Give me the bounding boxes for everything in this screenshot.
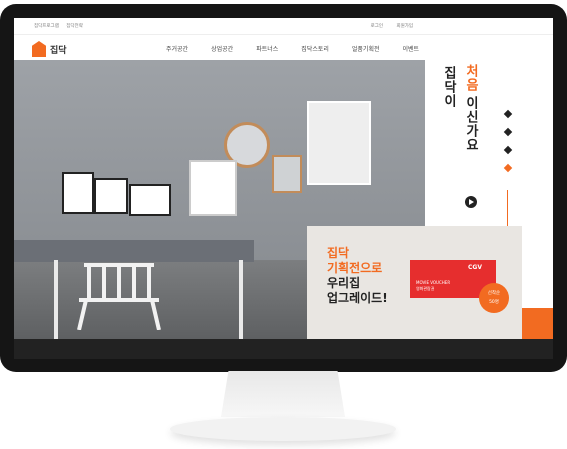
hero-pagination [503,109,513,183]
pagination-line [507,190,508,226]
nav-item-partners[interactable]: 파트너스 [256,44,278,53]
house-logo-icon [32,41,46,57]
desk-illustration [14,240,254,262]
badge-line-1: 선착순 [487,291,501,296]
nav-menu: 주거공간 상업공간 파트너스 집닥스토리 얼품기획전 이벤트 [166,44,442,53]
hero-tagline-rest: 이신가요 [463,96,478,152]
pagination-dot[interactable] [503,127,513,137]
octagon-mirror-illustration [272,155,302,193]
nav-item-commercial[interactable]: 상업공간 [211,44,233,53]
chair-illustration [77,263,161,330]
brand-name: 집닥 [50,45,67,56]
login-link[interactable]: 로그인 [371,24,383,29]
pagination-dot-active[interactable] [503,163,513,173]
desk-leg-illustration [239,260,243,339]
cgv-logo: CGV [468,264,482,271]
nav-item-exhibition[interactable]: 얼품기획전 [352,44,380,53]
limited-badge: 선착순 50명 [479,283,509,313]
hero-tagline-main: 집닥이 [441,66,456,108]
picture-frame-illustration [94,178,128,214]
promo-headline: 집닥 기획전으로 우리집 업그레이드! [327,246,388,306]
monitor-frame: 집닥프로그램 집닥전략 로그인 회원가입 집닥 주거공간 상업공간 파트너스 집… [0,4,567,372]
signup-link[interactable]: 회원가입 [396,24,413,29]
desk-leg-illustration [54,260,58,339]
bottom-strip [14,339,553,359]
play-icon[interactable] [465,196,477,208]
nav-item-residential[interactable]: 주거공간 [166,44,188,53]
promo-banner[interactable]: 집닥 기획전으로 우리집 업그레이드! CGV MOVIE VOUCHER 영화… [307,226,522,351]
pagination-dot[interactable] [503,145,513,155]
badge-line-2: 50명 [489,300,499,305]
picture-frame-illustration [62,172,94,214]
promo-line-3: 우리집 [327,276,361,290]
nav-item-story[interactable]: 집닥스토리 [301,44,329,53]
picture-frame-illustration [189,160,237,216]
hero-tagline-highlight: 처음 [463,64,478,92]
promo-line-1: 집닥 [327,246,350,260]
monitor-stand-neck [221,371,345,417]
poster-illustration [307,101,371,185]
promo-line-4: 업그레이드! [327,291,388,305]
brand-logo[interactable]: 집닥 [32,41,67,57]
screen: 집닥프로그램 집닥전략 로그인 회원가입 집닥 주거공간 상업공간 파트너스 집… [14,18,553,359]
hero-side-panel: 집닥이 처음 이신가요 [425,60,553,226]
voucher-subtitle: 영화관람권 [416,286,435,291]
top-utility-bar: 집닥프로그램 집닥전략 로그인 회원가입 [14,18,553,34]
picture-frame-illustration [129,184,171,216]
utility-link-program[interactable]: 집닥프로그램 [34,24,59,29]
promo-line-2: 기획전으로 [327,261,383,275]
monitor-stand-base [170,417,396,441]
pagination-dot[interactable] [503,109,513,119]
voucher-title: MOVIE VOUCHER [416,280,451,285]
nav-item-event[interactable]: 이벤트 [403,44,420,53]
utility-link-strategy[interactable]: 집닥전략 [66,24,83,29]
